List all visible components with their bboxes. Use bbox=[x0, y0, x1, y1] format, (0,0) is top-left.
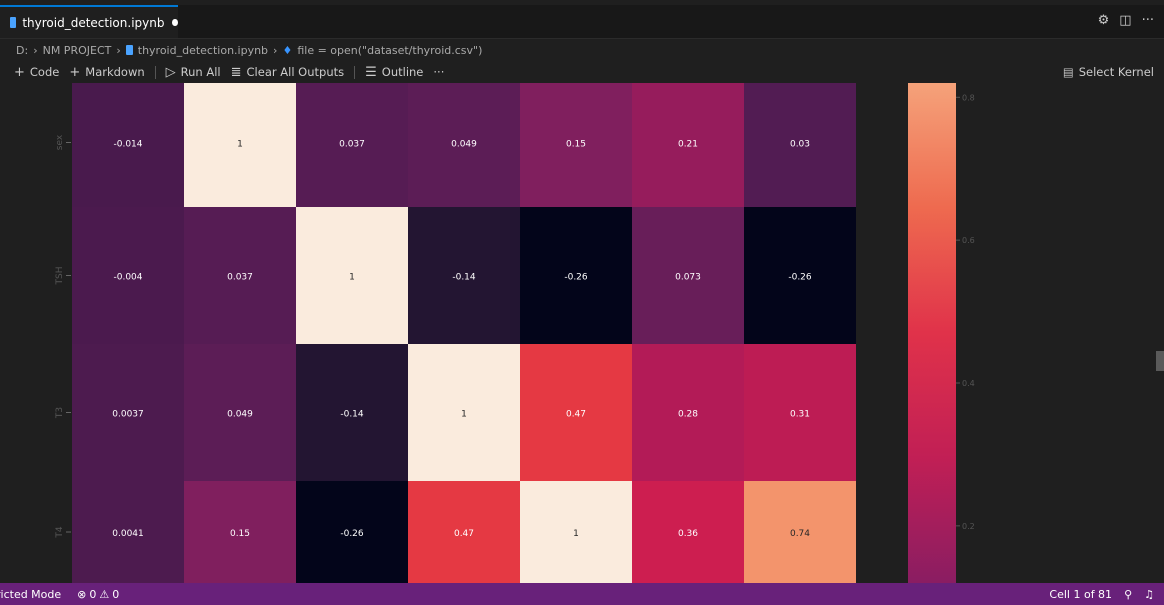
heatmap-cell-label: 0.15 bbox=[230, 529, 250, 539]
output-scrollbar[interactable] bbox=[1156, 351, 1164, 371]
heatmap-cell-label: -0.14 bbox=[452, 273, 476, 283]
outline-icon: ☰ bbox=[365, 64, 377, 80]
heatmap-cell-label: 1 bbox=[573, 529, 579, 539]
colorbar-tick-label: 0.4 bbox=[962, 379, 975, 388]
code-cell-icon: ♦ bbox=[282, 43, 293, 57]
code-button-label: Code bbox=[29, 65, 60, 79]
colorbar-ticks: 0.8 0.6 0.4 0.2 bbox=[956, 93, 975, 531]
add-markdown-cell-button[interactable]: + Markdown bbox=[69, 65, 144, 80]
heatmap-cell-label: 0.0041 bbox=[112, 529, 144, 539]
notifications-bell-icon[interactable]: ♫ bbox=[1144, 588, 1154, 601]
heatmap-cell-label: 0.47 bbox=[566, 410, 586, 420]
restricted-mode-label[interactable]: ricted Mode bbox=[0, 588, 69, 601]
heatmap-cell-label: 1 bbox=[349, 273, 355, 283]
heatmap-cell-label: 1 bbox=[461, 410, 467, 420]
run-all-button[interactable]: ▷ Run All bbox=[166, 65, 221, 80]
heatmap-cell-label: -0.14 bbox=[340, 410, 364, 420]
heatmap-row-labels: sex TSH T3 T4 bbox=[55, 134, 71, 539]
notebook-file-icon bbox=[10, 17, 17, 28]
heatmap-cell-label: 0.03 bbox=[790, 140, 810, 150]
outline-button[interactable]: ☰ Outline bbox=[365, 65, 423, 80]
settings-gear-icon[interactable]: ⚙ bbox=[1098, 13, 1110, 28]
heatmap-cell-label: 0.21 bbox=[678, 140, 698, 150]
warning-icon: ⚠ bbox=[99, 587, 110, 601]
colorbar bbox=[908, 83, 956, 583]
plus-icon: + bbox=[69, 64, 81, 80]
tab-actions: ⚙ ◫ ··· bbox=[1098, 13, 1154, 28]
outline-label: Outline bbox=[381, 65, 424, 79]
status-bar: ricted Mode ⊗ 0 ⚠ 0 Cell 1 of 81 ⚲ ♫ bbox=[0, 583, 1164, 605]
unsaved-dot-icon[interactable] bbox=[172, 19, 178, 26]
heatmap-cell-label: 0.28 bbox=[678, 410, 698, 420]
heatmap-cell-label: 0.073 bbox=[675, 273, 701, 283]
cell-position[interactable]: Cell 1 of 81 bbox=[1049, 588, 1112, 601]
correlation-heatmap: -0.014 1 0.037 0.049 0.15 0.21 0.03-0.004 0.037… bbox=[55, 83, 975, 583]
heatmap-cell-label: -0.014 bbox=[113, 140, 142, 150]
heatmap-cell-label: 0.47 bbox=[454, 529, 474, 539]
toolbar-divider bbox=[154, 65, 156, 79]
run-all-label: Run All bbox=[180, 65, 221, 79]
split-editor-icon[interactable]: ◫ bbox=[1119, 13, 1131, 28]
kernel-icon: ▤ bbox=[1062, 65, 1074, 79]
heatmap-cell-label: 1 bbox=[237, 140, 243, 150]
heatmap-cells: -0.014 1 0.037 0.049 0.15 0.21 0.03 -0.004 0.037… bbox=[72, 83, 856, 583]
heatmap-cell-label: 0.31 bbox=[790, 410, 810, 420]
heatmap-cell-label: -0.004 bbox=[113, 273, 142, 283]
heatmap-cell-label: 0.36 bbox=[678, 529, 698, 539]
more-label: ··· bbox=[433, 65, 445, 79]
heatmap-cell-label: -0.26 bbox=[564, 273, 588, 283]
cell-output: -0.014 1 0.037 0.049 0.15 0.21 0.03 -0.004 0.037… bbox=[0, 83, 1164, 583]
heatmap-cell-label: 0.15 bbox=[566, 140, 586, 150]
clear-all-outputs-button[interactable]: ≣ Clear All Outputs bbox=[231, 65, 345, 80]
colorbar-tick-label: 0.8 bbox=[962, 93, 975, 102]
heatmap-cell-label: -0.26 bbox=[340, 529, 364, 539]
heatmap-row-label: T3 bbox=[55, 407, 65, 419]
clear-outputs-label: Clear All Outputs bbox=[246, 65, 345, 79]
editor-tab-bar: thyroid_detection.ipynb ⚙ ◫ ··· bbox=[0, 5, 1164, 39]
heatmap-cell-label: 0.74 bbox=[790, 529, 810, 539]
breadcrumb-file[interactable]: thyroid_detection.ipynb bbox=[138, 44, 268, 57]
problems-indicator[interactable]: ⊗ 0 ⚠ 0 bbox=[69, 588, 127, 601]
heatmap-cell-label: -0.26 bbox=[788, 273, 812, 283]
chevron-right-icon: › bbox=[116, 43, 121, 57]
add-code-cell-button[interactable]: + Code bbox=[14, 65, 59, 80]
breadcrumb-folder[interactable]: NM PROJECT bbox=[43, 44, 112, 57]
markdown-button-label: Markdown bbox=[85, 65, 145, 79]
error-icon: ⊗ bbox=[77, 587, 87, 601]
clear-outputs-icon: ≣ bbox=[230, 64, 242, 80]
heatmap-row-label: T4 bbox=[55, 526, 65, 538]
run-all-icon: ▷ bbox=[165, 64, 176, 80]
error-count: 0 bbox=[89, 587, 97, 601]
more-actions-icon[interactable]: ··· bbox=[1142, 13, 1154, 28]
toolbar-divider bbox=[354, 65, 356, 79]
tab-label: thyroid_detection.ipynb bbox=[22, 15, 165, 30]
chevron-right-icon: › bbox=[273, 43, 278, 57]
heatmap-cell-label: 0.049 bbox=[451, 140, 477, 150]
notebook-toolbar: + Code + Markdown ▷ Run All ≣ Clear All … bbox=[0, 61, 1164, 83]
plus-icon: + bbox=[14, 64, 25, 80]
heatmap-row-label: sex bbox=[55, 134, 65, 150]
colorbar-tick-label: 0.2 bbox=[962, 522, 975, 531]
breadcrumb-drive[interactable]: D: bbox=[16, 44, 28, 57]
breadcrumb: D: › NM PROJECT › thyroid_detection.ipyn… bbox=[0, 39, 1164, 61]
notebook-file-icon bbox=[125, 45, 133, 55]
warning-count: 0 bbox=[112, 587, 120, 601]
select-kernel-button[interactable]: ▤ Select Kernel bbox=[1063, 61, 1154, 83]
heatmap-cell-label: 0.049 bbox=[227, 410, 253, 420]
heatmap-cell-label: 0.0037 bbox=[112, 410, 144, 420]
feedback-icon[interactable]: ⚲ bbox=[1124, 588, 1132, 601]
tab-thyroid-detection[interactable]: thyroid_detection.ipynb bbox=[0, 5, 178, 38]
more-toolbar-button[interactable]: ··· bbox=[433, 65, 444, 79]
chevron-right-icon: › bbox=[33, 43, 38, 57]
kernel-label: Select Kernel bbox=[1078, 65, 1154, 79]
heatmap-row-label: TSH bbox=[55, 267, 65, 286]
heatmap-cell-label: 0.037 bbox=[227, 273, 253, 283]
heatmap-cell-label: 0.037 bbox=[339, 140, 365, 150]
breadcrumb-cell[interactable]: file = open("dataset/thyroid.csv") bbox=[297, 44, 482, 57]
colorbar-tick-label: 0.6 bbox=[962, 236, 975, 245]
